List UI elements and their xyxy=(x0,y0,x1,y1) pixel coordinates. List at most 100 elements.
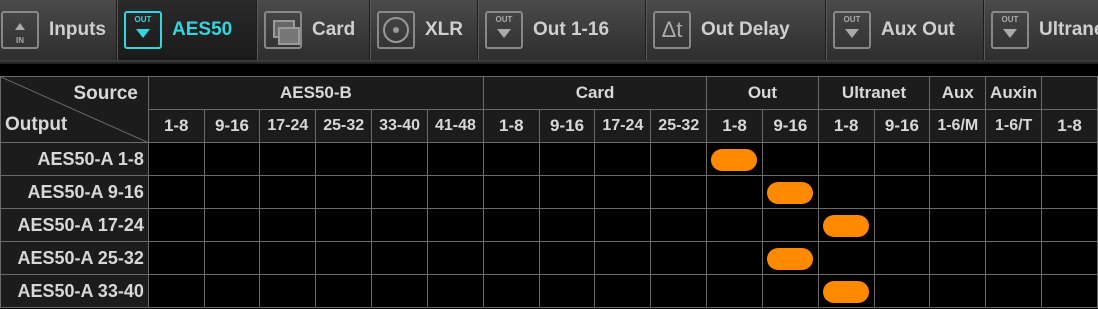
routing-cell[interactable] xyxy=(650,142,708,176)
routing-cell[interactable] xyxy=(706,142,763,176)
routing-cell[interactable] xyxy=(482,175,540,209)
route-indicator[interactable] xyxy=(711,149,758,171)
routing-cell[interactable] xyxy=(259,142,317,176)
routing-cell[interactable] xyxy=(873,175,931,209)
routing-cell[interactable] xyxy=(594,175,652,209)
routing-cell[interactable] xyxy=(315,241,373,275)
routing-cell[interactable] xyxy=(594,241,652,275)
source-column-header: 41-48 xyxy=(427,109,484,143)
routing-cell[interactable] xyxy=(985,241,1043,275)
routing-cell[interactable] xyxy=(650,175,708,209)
routing-cell[interactable] xyxy=(706,274,763,308)
routing-cell[interactable] xyxy=(650,274,708,308)
routing-cell[interactable] xyxy=(315,274,373,308)
route-indicator[interactable] xyxy=(766,248,813,270)
routing-cell[interactable] xyxy=(761,142,819,176)
routing-cell[interactable] xyxy=(538,142,596,176)
routing-cell[interactable] xyxy=(315,175,373,209)
routing-cell[interactable] xyxy=(315,142,373,176)
routing-cell[interactable] xyxy=(985,208,1043,242)
routing-cell[interactable] xyxy=(482,241,540,275)
tab-ultranet[interactable]: OUT Ultranet xyxy=(984,0,1098,60)
routing-cell[interactable] xyxy=(147,175,205,209)
routing-cell[interactable] xyxy=(259,274,317,308)
routing-cell[interactable] xyxy=(594,142,652,176)
routing-cell[interactable] xyxy=(259,241,317,275)
route-indicator[interactable] xyxy=(766,182,813,204)
routing-cell[interactable] xyxy=(482,274,540,308)
routing-cell[interactable] xyxy=(482,208,540,242)
routing-cell[interactable] xyxy=(371,175,429,209)
routing-cell[interactable] xyxy=(929,208,987,242)
routing-cell[interactable] xyxy=(203,241,261,275)
routing-cell[interactable] xyxy=(761,274,819,308)
routing-cell[interactable] xyxy=(817,142,875,176)
routing-cell[interactable] xyxy=(650,241,708,275)
route-indicator[interactable] xyxy=(822,215,869,237)
routing-cell[interactable] xyxy=(929,274,987,308)
routing-cell[interactable] xyxy=(315,208,373,242)
routing-cell[interactable] xyxy=(371,142,429,176)
routing-cell[interactable] xyxy=(203,142,261,176)
tab-card[interactable]: Card xyxy=(257,0,370,60)
routing-cell[interactable] xyxy=(147,274,205,308)
routing-cell[interactable] xyxy=(538,241,596,275)
routing-cell[interactable] xyxy=(929,175,987,209)
routing-cell[interactable] xyxy=(427,142,484,176)
routing-cell[interactable] xyxy=(371,274,429,308)
tab-out-1-16[interactable]: OUT Out 1-16 xyxy=(478,0,646,60)
tab-out-delay[interactable]: Δt Out Delay xyxy=(646,0,826,60)
routing-cell[interactable] xyxy=(817,208,875,242)
routing-cell[interactable] xyxy=(873,208,931,242)
routing-cell[interactable] xyxy=(538,274,596,308)
routing-cell[interactable] xyxy=(706,241,763,275)
routing-cell[interactable] xyxy=(259,175,317,209)
routing-cell[interactable] xyxy=(147,208,205,242)
routing-cell[interactable] xyxy=(482,142,540,176)
routing-cell[interactable] xyxy=(427,274,484,308)
routing-cell[interactable] xyxy=(817,274,875,308)
routing-cell[interactable] xyxy=(538,208,596,242)
routing-cell[interactable] xyxy=(594,208,652,242)
tab-aes50[interactable]: OUT AES50 xyxy=(117,0,257,60)
routing-cell[interactable] xyxy=(371,208,429,242)
routing-cell[interactable] xyxy=(929,241,987,275)
routing-cell[interactable] xyxy=(259,208,317,242)
routing-cell[interactable] xyxy=(427,175,484,209)
routing-cell[interactable] xyxy=(985,175,1043,209)
routing-cell[interactable] xyxy=(817,175,875,209)
routing-cell[interactable] xyxy=(873,274,931,308)
route-indicator[interactable] xyxy=(822,281,869,303)
routing-cell[interactable] xyxy=(761,241,819,275)
routing-cell[interactable] xyxy=(706,175,763,209)
routing-cell[interactable] xyxy=(873,142,931,176)
routing-cell[interactable] xyxy=(817,241,875,275)
routing-cell[interactable] xyxy=(147,241,205,275)
routing-cell[interactable] xyxy=(1041,274,1098,308)
tab-label: Ultranet xyxy=(1039,19,1098,40)
routing-cell[interactable] xyxy=(147,142,205,176)
routing-cell[interactable] xyxy=(203,274,261,308)
routing-cell[interactable] xyxy=(1041,241,1098,275)
routing-cell[interactable] xyxy=(1041,142,1098,176)
routing-cell[interactable] xyxy=(873,241,931,275)
routing-cell[interactable] xyxy=(985,142,1043,176)
tab-inputs[interactable]: IN Inputs xyxy=(0,0,117,60)
routing-cell[interactable] xyxy=(371,241,429,275)
routing-cell[interactable] xyxy=(985,274,1043,308)
routing-cell[interactable] xyxy=(706,208,763,242)
routing-cell[interactable] xyxy=(203,208,261,242)
routing-cell[interactable] xyxy=(1041,175,1098,209)
routing-cell[interactable] xyxy=(203,175,261,209)
tab-xlr[interactable]: XLR xyxy=(370,0,478,60)
routing-cell[interactable] xyxy=(427,208,484,242)
routing-cell[interactable] xyxy=(1041,208,1098,242)
routing-cell[interactable] xyxy=(650,208,708,242)
routing-cell[interactable] xyxy=(929,142,987,176)
routing-cell[interactable] xyxy=(594,274,652,308)
routing-cell[interactable] xyxy=(761,208,819,242)
routing-cell[interactable] xyxy=(427,241,484,275)
routing-cell[interactable] xyxy=(538,175,596,209)
routing-cell[interactable] xyxy=(761,175,819,209)
tab-aux-out[interactable]: OUT Aux Out xyxy=(826,0,984,60)
